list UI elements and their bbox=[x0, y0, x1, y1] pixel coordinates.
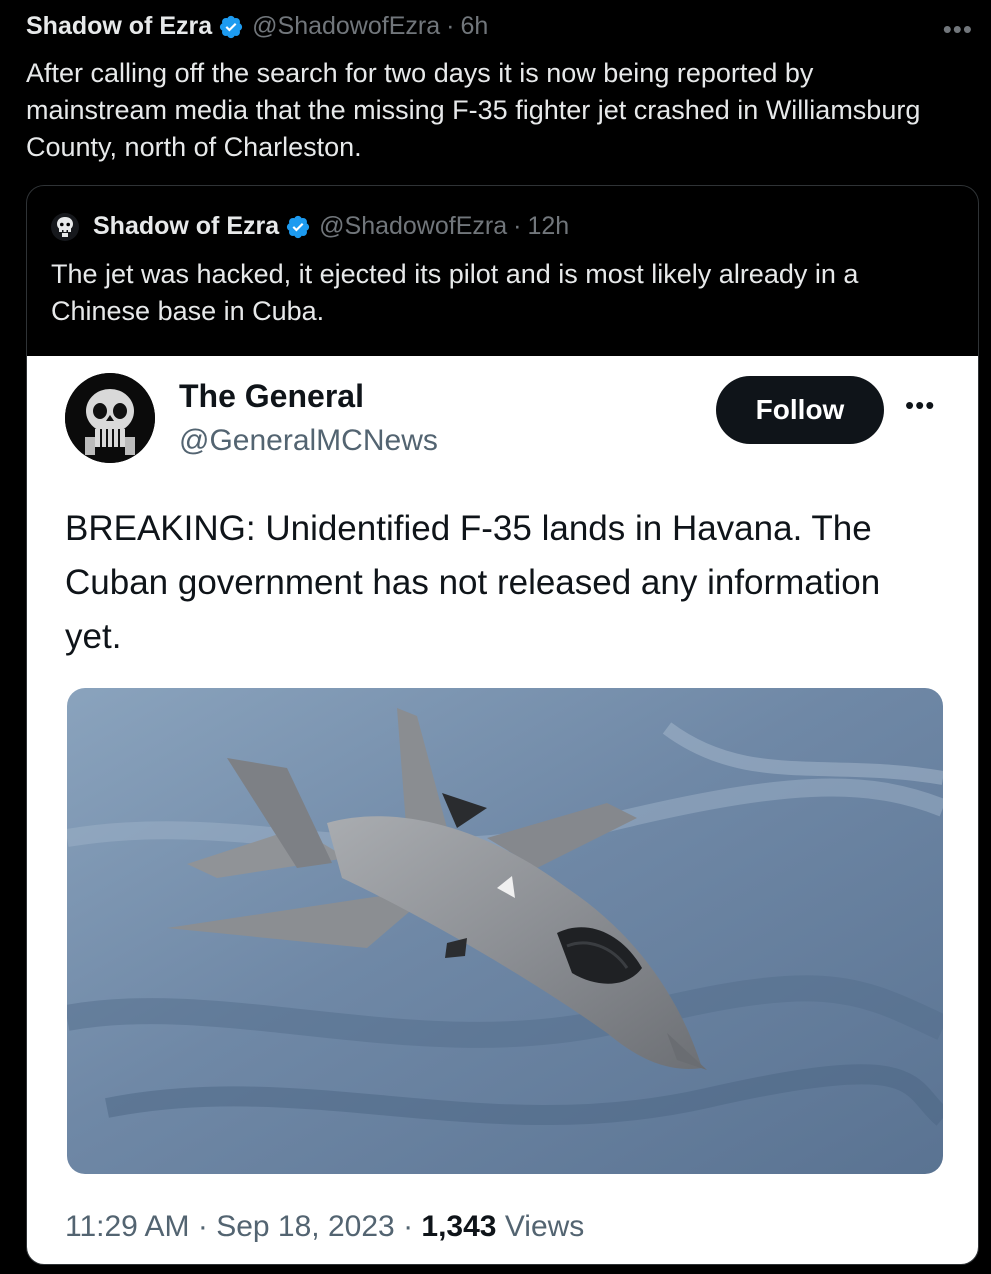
views-count: 1,343 bbox=[421, 1210, 497, 1243]
embedded-author-handle[interactable]: @GeneralMCNews bbox=[179, 424, 438, 458]
timestamp-date[interactable]: Sep 18, 2023 bbox=[216, 1210, 395, 1243]
separator-dot: · bbox=[403, 1210, 414, 1243]
follow-button[interactable]: Follow bbox=[716, 376, 884, 444]
tweet-text: After calling off the search for two day… bbox=[26, 58, 921, 162]
tweet: Shadow of Ezra @ShadowofEzra · 6h ••• Af… bbox=[0, 0, 991, 1274]
verified-badge-icon bbox=[218, 14, 244, 40]
separator-dot: · bbox=[446, 12, 455, 40]
tweet-timestamp: 11:29 AM · Sep 18, 2023 · 1,343 Views bbox=[65, 1210, 584, 1244]
separator-dot: · bbox=[513, 212, 522, 240]
author-handle[interactable]: @ShadowofEzra bbox=[252, 12, 440, 41]
embedded-author-name[interactable]: The General bbox=[179, 378, 364, 415]
timestamp-time[interactable]: 11:29 AM bbox=[65, 1210, 190, 1243]
views-label: Views bbox=[504, 1210, 585, 1243]
skull-avatar-icon bbox=[51, 212, 79, 241]
embedded-tweet-text: BREAKING: Unidentified F-35 lands in Hav… bbox=[65, 509, 881, 656]
quoted-tweet[interactable]: Shadow of Ezra @ShadowofEzra · 12h The j… bbox=[26, 185, 979, 1265]
more-options-icon[interactable]: ••• bbox=[905, 390, 935, 421]
tweet-header: Shadow of Ezra @ShadowofEzra · 6h bbox=[26, 12, 488, 41]
verified-badge-icon bbox=[285, 214, 311, 240]
embedded-tweet-screenshot[interactable]: The General @GeneralMCNews Follow ••• BR… bbox=[27, 356, 978, 1264]
separator-dot: · bbox=[197, 1210, 208, 1243]
quoted-tweet-text: The jet was hacked, it ejected its pilot… bbox=[51, 259, 859, 326]
post-time[interactable]: 6h bbox=[460, 12, 488, 41]
quoted-author-handle[interactable]: @ShadowofEzra bbox=[319, 212, 507, 241]
author-name[interactable]: Shadow of Ezra bbox=[26, 12, 212, 41]
quoted-author-name[interactable]: Shadow of Ezra bbox=[93, 212, 279, 241]
avatar[interactable] bbox=[65, 373, 155, 463]
quoted-post-time[interactable]: 12h bbox=[527, 212, 569, 241]
quoted-tweet-header: Shadow of Ezra @ShadowofEzra · 12h bbox=[51, 212, 569, 241]
more-options-icon[interactable]: ••• bbox=[943, 14, 973, 45]
f35-jet-photo[interactable] bbox=[67, 688, 943, 1174]
